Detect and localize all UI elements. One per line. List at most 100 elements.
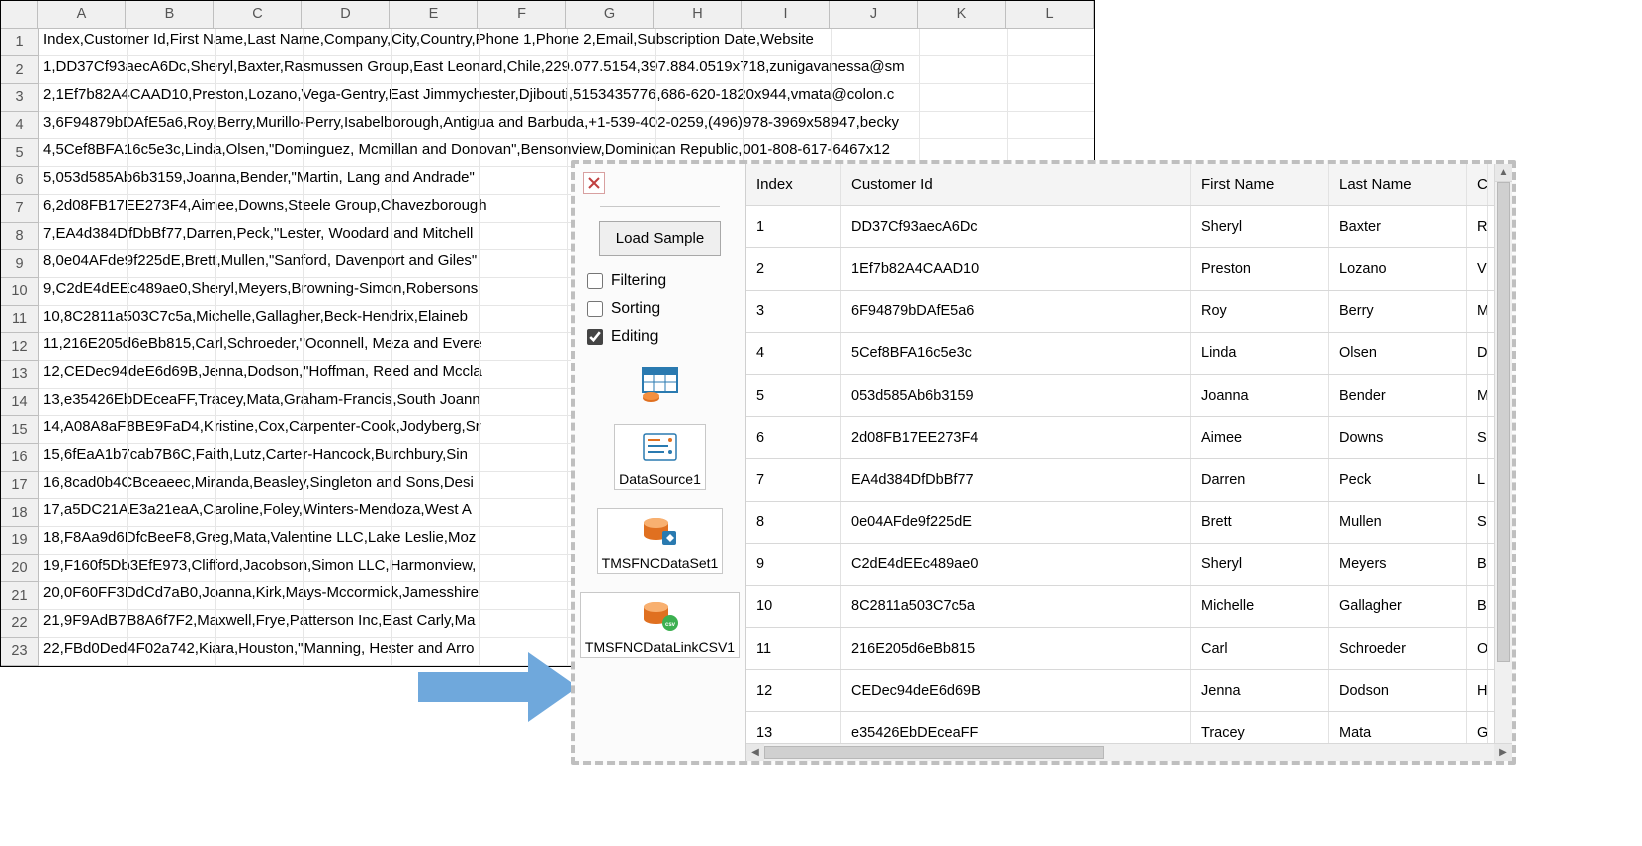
horizontal-scrollbar[interactable]: ◀ ▶ xyxy=(746,743,1512,761)
row-header[interactable]: 12 xyxy=(1,333,39,361)
row-header[interactable]: 20 xyxy=(1,555,39,583)
table-cell[interactable]: DD37Cf93aecA6Dc xyxy=(841,206,1191,247)
table-cell[interactable]: Jenna xyxy=(1191,670,1329,711)
datasource-component[interactable]: DataSource1 xyxy=(614,424,706,490)
vertical-scrollbar[interactable]: ▲ xyxy=(1494,164,1512,743)
col-header[interactable]: L xyxy=(1006,1,1094,29)
cell-content[interactable]: Index,Customer Id,First Name,Last Name,C… xyxy=(39,29,1094,57)
table-cell[interactable]: 8C2811a503C7c5a xyxy=(841,586,1191,627)
table-cell[interactable]: V xyxy=(1467,248,1488,289)
table-cell[interactable]: Mata xyxy=(1329,712,1467,743)
table-cell[interactable]: Olsen xyxy=(1329,333,1467,374)
col-header-customer-id[interactable]: Customer Id xyxy=(841,164,1191,205)
table-cell[interactable]: S xyxy=(1467,502,1488,543)
table-row[interactable]: 1DD37Cf93aecA6DcSherylBaxterR xyxy=(746,206,1494,248)
table-row[interactable]: 5053d585Ab6b3159JoannaBenderM xyxy=(746,375,1494,417)
table-cell[interactable]: Gallagher xyxy=(1329,586,1467,627)
table-row[interactable]: 21Ef7b82A4CAAD10PrestonLozanoV xyxy=(746,248,1494,290)
table-cell[interactable]: M xyxy=(1467,375,1488,416)
table-cell[interactable]: L xyxy=(1467,459,1488,500)
editing-checkbox[interactable]: Editing xyxy=(583,328,737,346)
row-header[interactable]: 23 xyxy=(1,638,39,666)
table-row[interactable]: 7EA4d384DfDbBf77DarrenPeckL xyxy=(746,459,1494,501)
table-cell[interactable]: M xyxy=(1467,291,1488,332)
table-cell[interactable]: Meyers xyxy=(1329,544,1467,585)
table-cell[interactable]: 3 xyxy=(746,291,841,332)
row-header[interactable]: 1 xyxy=(1,29,39,57)
table-cell[interactable]: Lozano xyxy=(1329,248,1467,289)
sorting-checkbox[interactable]: Sorting xyxy=(583,300,737,318)
table-cell[interactable]: 12 xyxy=(746,670,841,711)
col-header[interactable]: A xyxy=(38,1,126,29)
table-cell[interactable]: Brett xyxy=(1191,502,1329,543)
table-cell[interactable]: Bender xyxy=(1329,375,1467,416)
table-cell[interactable]: D xyxy=(1467,333,1488,374)
table-cell[interactable]: G xyxy=(1467,712,1488,743)
table-cell[interactable]: H xyxy=(1467,670,1488,711)
row-header[interactable]: 9 xyxy=(1,250,39,278)
table-cell[interactable]: Linda xyxy=(1191,333,1329,374)
table-cell[interactable]: 0e04AFde9f225dE xyxy=(841,502,1191,543)
row-header[interactable]: 15 xyxy=(1,416,39,444)
table-cell[interactable]: e35426EbDEceaFF xyxy=(841,712,1191,743)
table-cell[interactable]: 1 xyxy=(746,206,841,247)
table-cell[interactable]: Berry xyxy=(1329,291,1467,332)
table-cell[interactable]: Roy xyxy=(1191,291,1329,332)
cell-content[interactable]: 3,6F94879bDAfE5a6,Roy,Berry,Murillo-Perr… xyxy=(39,112,1094,140)
row-header[interactable]: 8 xyxy=(1,223,39,251)
table-cell[interactable]: 2d08FB17EE273F4 xyxy=(841,417,1191,458)
row-header[interactable]: 3 xyxy=(1,84,39,112)
table-row[interactable]: 45Cef8BFA16c5e3cLindaOlsenD xyxy=(746,333,1494,375)
table-cell[interactable]: 2 xyxy=(746,248,841,289)
row-header[interactable]: 22 xyxy=(1,610,39,638)
scroll-thumb[interactable] xyxy=(1497,182,1510,662)
col-header[interactable]: E xyxy=(390,1,478,29)
col-header[interactable]: D xyxy=(302,1,390,29)
col-header-first-name[interactable]: First Name xyxy=(1191,164,1329,205)
row-header[interactable]: 19 xyxy=(1,527,39,555)
row-header[interactable]: 17 xyxy=(1,472,39,500)
table-row[interactable]: 11216E205d6eBb815CarlSchroederO xyxy=(746,628,1494,670)
table-cell[interactable]: O xyxy=(1467,628,1488,669)
col-header-last-name[interactable]: Last Name xyxy=(1329,164,1467,205)
col-header[interactable]: G xyxy=(566,1,654,29)
table-cell[interactable]: 11 xyxy=(746,628,841,669)
table-row[interactable]: 9C2dE4dEEc489ae0SherylMeyersB xyxy=(746,544,1494,586)
table-row[interactable]: 12CEDec94deE6d69BJennaDodsonH xyxy=(746,670,1494,712)
table-cell[interactable]: Sheryl xyxy=(1191,206,1329,247)
table-cell[interactable]: 7 xyxy=(746,459,841,500)
table-cell[interactable]: Aimee xyxy=(1191,417,1329,458)
col-header[interactable]: H xyxy=(654,1,742,29)
datalink-component[interactable]: csv TMSFNCDataLinkCSV1 xyxy=(580,592,740,658)
table-cell[interactable]: EA4d384DfDbBf77 xyxy=(841,459,1191,500)
table-cell[interactable]: Darren xyxy=(1191,459,1329,500)
col-header[interactable]: K xyxy=(918,1,1006,29)
table-cell[interactable]: Downs xyxy=(1329,417,1467,458)
row-header[interactable]: 7 xyxy=(1,195,39,223)
table-cell[interactable]: Sheryl xyxy=(1191,544,1329,585)
row-header[interactable]: 4 xyxy=(1,112,39,140)
table-cell[interactable]: Michelle xyxy=(1191,586,1329,627)
table-cell[interactable]: Schroeder xyxy=(1329,628,1467,669)
table-cell[interactable]: Preston xyxy=(1191,248,1329,289)
table-cell[interactable]: 9 xyxy=(746,544,841,585)
col-header[interactable]: J xyxy=(830,1,918,29)
table-cell[interactable]: 4 xyxy=(746,333,841,374)
filtering-checkbox[interactable]: Filtering xyxy=(583,272,737,290)
table-cell[interactable]: 053d585Ab6b3159 xyxy=(841,375,1191,416)
table-row[interactable]: 80e04AFde9f225dEBrettMullenS xyxy=(746,502,1494,544)
hscroll-thumb[interactable] xyxy=(764,746,1104,759)
col-header[interactable]: C xyxy=(214,1,302,29)
table-cell[interactable]: CEDec94deE6d69B xyxy=(841,670,1191,711)
table-cell[interactable]: Dodson xyxy=(1329,670,1467,711)
table-cell[interactable]: 216E205d6eBb815 xyxy=(841,628,1191,669)
scroll-right-icon[interactable]: ▶ xyxy=(1494,744,1512,761)
table-cell[interactable]: 5 xyxy=(746,375,841,416)
table-cell[interactable]: 6 xyxy=(746,417,841,458)
table-cell[interactable]: 13 xyxy=(746,712,841,743)
col-header-index[interactable]: Index xyxy=(746,164,841,205)
row-header[interactable]: 16 xyxy=(1,444,39,472)
table-cell[interactable]: 8 xyxy=(746,502,841,543)
dataset-component[interactable]: TMSFNCDataSet1 xyxy=(597,508,724,574)
row-header[interactable]: 5 xyxy=(1,139,39,167)
